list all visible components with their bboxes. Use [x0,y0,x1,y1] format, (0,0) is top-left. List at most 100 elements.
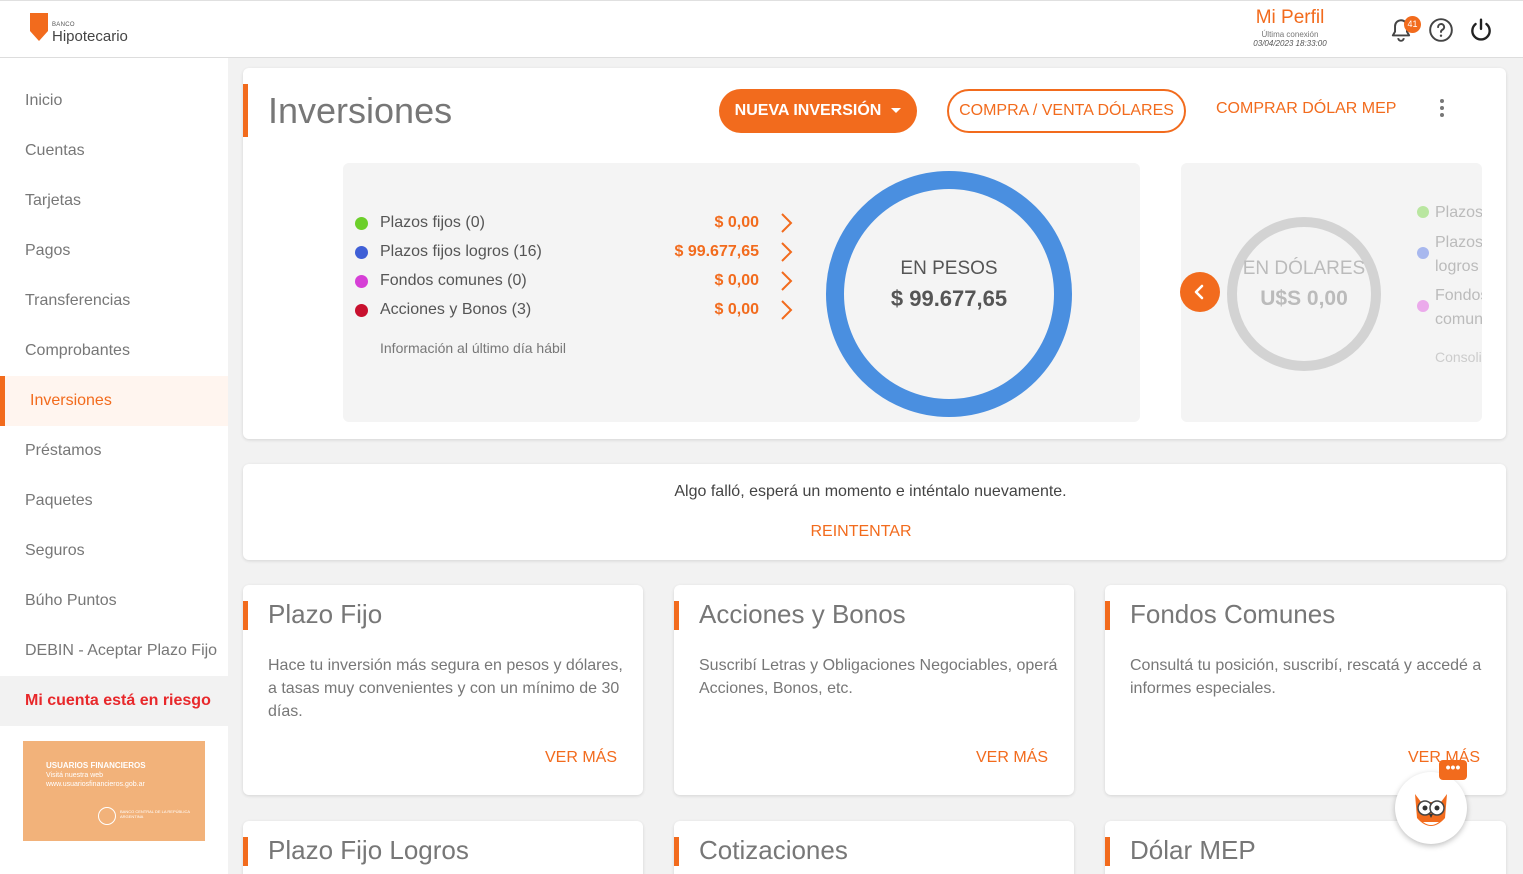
sidebar-item-prestamos[interactable]: Préstamos [0,426,228,476]
summary-row-acciones-bonos[interactable]: Acciones y Bonos (3) $ 0,00 [355,299,795,321]
owl-icon [1415,794,1447,826]
row-label: Plazos fijos (0) [380,214,485,231]
legend-dot [1417,206,1429,218]
legend-dot [355,304,368,317]
legend-dot [355,217,368,230]
title-accent [674,837,679,866]
sidebar-item-account-risk[interactable]: Mi cuenta está en riesgo [0,676,228,726]
sidebar: Inicio Cuentas Tarjetas Pagos Transferen… [0,58,228,874]
more-options-icon[interactable] [1436,99,1448,123]
donut-total: U$S 0,00 [1260,287,1348,310]
donut-label: EN DÓLARES [1242,258,1366,279]
error-card: Algo falló, esperá un momento e inténtal… [243,464,1506,560]
row-value: $ 0,00 [714,301,759,318]
buy-mep-link[interactable]: COMPRAR DÓLAR MEP [1216,100,1396,118]
row-value: $ 0,00 [714,272,759,289]
usd-item-label: comun [1435,311,1482,328]
new-investment-label: NUEVA INVERSIÓN [734,102,882,119]
product-title: Fondos Comunes [1130,599,1336,629]
row-label: Acciones y Bonos (3) [380,301,532,318]
product-title: Plazo Fijo Logros [268,835,469,865]
summary-row-plazos-fijos[interactable]: Plazos fijos (0) $ 0,00 [355,212,795,234]
sidebar-item-comprobantes[interactable]: Comprobantes [0,326,228,376]
see-more-link[interactable]: VER MÁS [545,749,617,767]
chat-bubble-icon[interactable]: ••• [1439,760,1467,780]
product-title: Dólar MEP [1130,835,1256,865]
product-card-acciones-bonos: Acciones y Bonos Suscribí Letras y Oblig… [674,585,1074,795]
caret-down-icon [891,108,902,114]
usd-note: Consoli [1435,349,1482,365]
title-accent [674,601,679,630]
top-bar: BANCO Hipotecario Mi Perfil Última conex… [0,0,1523,58]
product-card-plazo-fijo: Plazo Fijo Hace tu inversión más segura … [243,585,643,795]
power-icon[interactable] [1468,17,1494,43]
legend-dot [1417,247,1429,259]
donut-total: $ 99.677,65 [890,286,1008,311]
legend-dot [355,275,368,288]
usuarios-financieros-banner[interactable]: USUARIOS FINANCIEROS Visitá nuestra web … [23,741,205,841]
sidebar-item-debin[interactable]: DEBIN - Aceptar Plazo Fijo [0,626,228,676]
carousel-prev-button[interactable] [1180,272,1220,312]
row-value: $ 99.677,65 [674,243,759,260]
chevron-left-icon [1194,284,1204,300]
new-investment-button[interactable]: NUEVA INVERSIÓN [719,89,917,133]
usd-item-label: logros [1435,258,1479,275]
banner-line: Visitá nuestra web [46,772,104,779]
sidebar-item-inversiones[interactable]: Inversiones [0,376,228,426]
title-accent [243,84,248,137]
sidebar-item-inicio[interactable]: Inicio [0,76,228,126]
sidebar-item-seguros[interactable]: Seguros [0,526,228,576]
chevron-right-icon[interactable] [777,298,795,322]
see-more-link[interactable]: VER MÁS [976,749,1048,767]
profile-link[interactable]: Mi Perfil [1240,7,1340,29]
product-title: Acciones y Bonos [699,599,906,629]
last-connection-date: 03/04/2023 18:33:00 [1253,39,1327,48]
chevron-right-icon[interactable] [777,211,795,235]
page-title: Inversiones [268,90,453,131]
title-accent [243,601,248,630]
chevron-right-icon[interactable] [777,240,795,264]
sidebar-item-cuentas[interactable]: Cuentas [0,126,228,176]
product-card-plazo-fijo-logros: Plazo Fijo Logros [243,821,643,874]
error-message: Algo falló, esperá un momento e inténtal… [674,483,1067,500]
legend-dot [355,246,368,259]
product-title: Plazo Fijo [268,599,383,629]
banner-url: www.usuariosfinancieros.gob.ar [46,781,145,788]
bank-logo[interactable]: BANCO Hipotecario [30,13,128,45]
bcra-seal-icon [98,807,116,825]
row-value: $ 0,00 [714,214,759,231]
dollars-summary-panel: EN DÓLARES U$S 0,00 Plazos Plazos logros… [1181,163,1482,422]
title-accent [243,837,248,866]
sidebar-item-buho-puntos[interactable]: Búho Puntos [0,576,228,626]
chat-assistant-button[interactable] [1395,772,1467,844]
sidebar-item-pagos[interactable]: Pagos [0,226,228,276]
sidebar-item-transferencias[interactable]: Transferencias [0,276,228,326]
last-connection-label: Última conexión [1261,30,1319,39]
retry-button[interactable]: REINTENTAR [243,523,1479,541]
usd-item-label: Plazos [1435,204,1482,221]
profile-block[interactable]: Mi Perfil Última conexión 03/04/2023 18:… [1240,7,1340,48]
help-icon[interactable] [1428,17,1454,43]
product-description: Hace tu inversión más segura en pesos y … [268,657,623,720]
product-card-cotizaciones: Cotizaciones [674,821,1074,874]
usd-item-label: Plazos [1435,234,1482,251]
notifications-badge: 41 [1404,16,1421,33]
sidebar-item-paquetes[interactable]: Paquetes [0,476,228,526]
chevron-right-icon[interactable] [777,269,795,293]
logo-name: Hipotecario [52,28,128,45]
row-label: Fondos comunes (0) [380,272,527,289]
row-label: Plazos fijos logros (16) [380,243,542,260]
banner-title: USUARIOS FINANCIEROS [46,761,146,770]
summary-row-fondos-comunes[interactable]: Fondos comunes (0) $ 0,00 [355,270,795,292]
title-accent [1105,601,1110,630]
sidebar-item-tarjetas[interactable]: Tarjetas [0,176,228,226]
donut-label: EN PESOS [900,258,998,279]
logo-mark-icon [30,13,48,45]
summary-row-plazos-fijos-logros[interactable]: Plazos fijos logros (16) $ 99.677,65 [355,241,795,263]
product-description: Consultá tu posición, suscribí, rescatá … [1130,657,1482,697]
banner-seal-text: BANCO CENTRAL DE LA REPÚBLICA ARGENTINA [120,809,190,819]
buy-sell-dollars-button[interactable]: COMPRA / VENTA DÓLARES [947,89,1186,133]
usd-item-label: Fondos [1435,287,1482,304]
legend-dot [1417,300,1429,312]
info-note: Información al último día hábil [380,340,566,356]
